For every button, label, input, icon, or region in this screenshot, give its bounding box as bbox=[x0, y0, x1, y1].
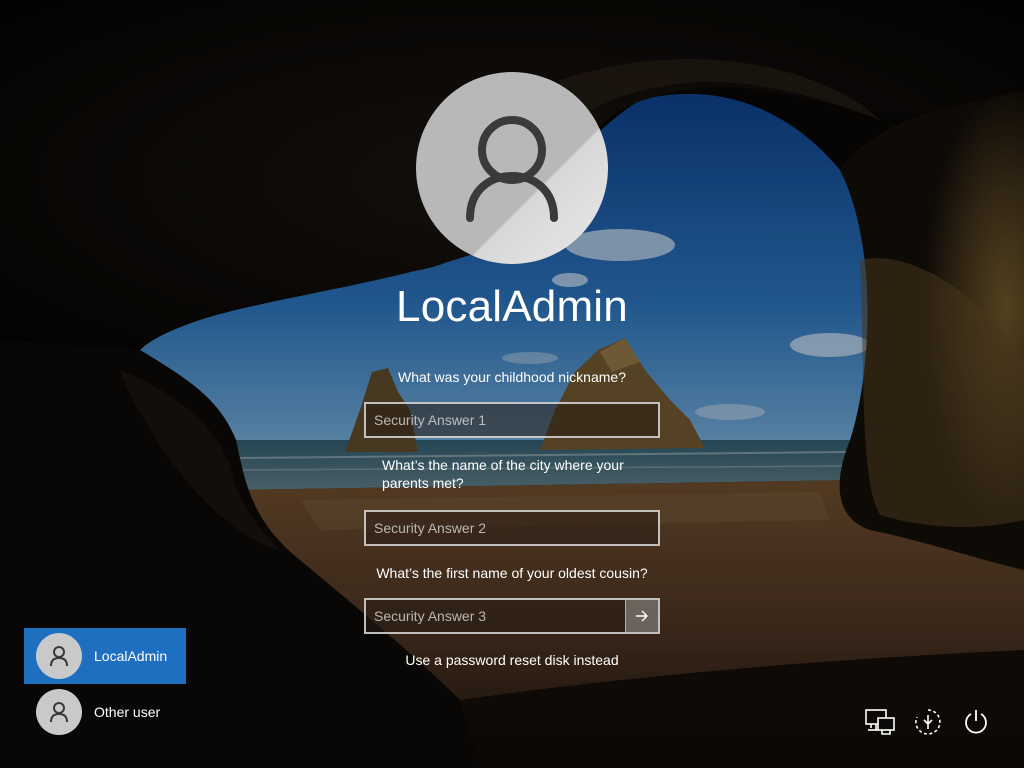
power-icon bbox=[965, 710, 987, 734]
user-tile-label: Other user bbox=[94, 704, 161, 720]
lock-screen: LocalAdmin What was your childhood nickn… bbox=[0, 0, 1024, 768]
user-tile-label: LocalAdmin bbox=[94, 648, 168, 664]
network-button[interactable] bbox=[862, 704, 898, 740]
security-question-1: What was your childhood nickname? bbox=[397, 369, 626, 385]
user-icon bbox=[50, 702, 68, 723]
security-question-3: What’s the first name of your oldest cou… bbox=[376, 565, 648, 581]
user-icon bbox=[466, 116, 558, 222]
submit-button[interactable] bbox=[625, 600, 658, 632]
network-icon bbox=[865, 709, 895, 735]
power-button[interactable] bbox=[958, 704, 994, 740]
arrow-right-icon bbox=[636, 610, 648, 622]
security-question-2: What’s the name of the city where your p… bbox=[382, 457, 624, 491]
security-answer-1-input[interactable] bbox=[366, 404, 658, 436]
username-title: LocalAdmin bbox=[396, 282, 628, 331]
user-tile-localadmin[interactable]: LocalAdmin bbox=[24, 628, 186, 684]
security-answer-2-field[interactable] bbox=[364, 510, 660, 546]
user-tile-other-user[interactable]: Other user bbox=[24, 684, 186, 740]
user-icon bbox=[50, 646, 68, 667]
security-answer-1-field[interactable] bbox=[364, 402, 660, 438]
security-answer-2-input[interactable] bbox=[366, 512, 658, 544]
ease-of-access-icon bbox=[915, 709, 941, 735]
security-answer-3-field[interactable] bbox=[364, 598, 660, 634]
ease-of-access-button[interactable] bbox=[910, 704, 946, 740]
avatar bbox=[36, 689, 82, 735]
avatar bbox=[36, 633, 82, 679]
user-avatar-large bbox=[416, 72, 608, 264]
security-answer-3-input[interactable] bbox=[366, 600, 628, 632]
